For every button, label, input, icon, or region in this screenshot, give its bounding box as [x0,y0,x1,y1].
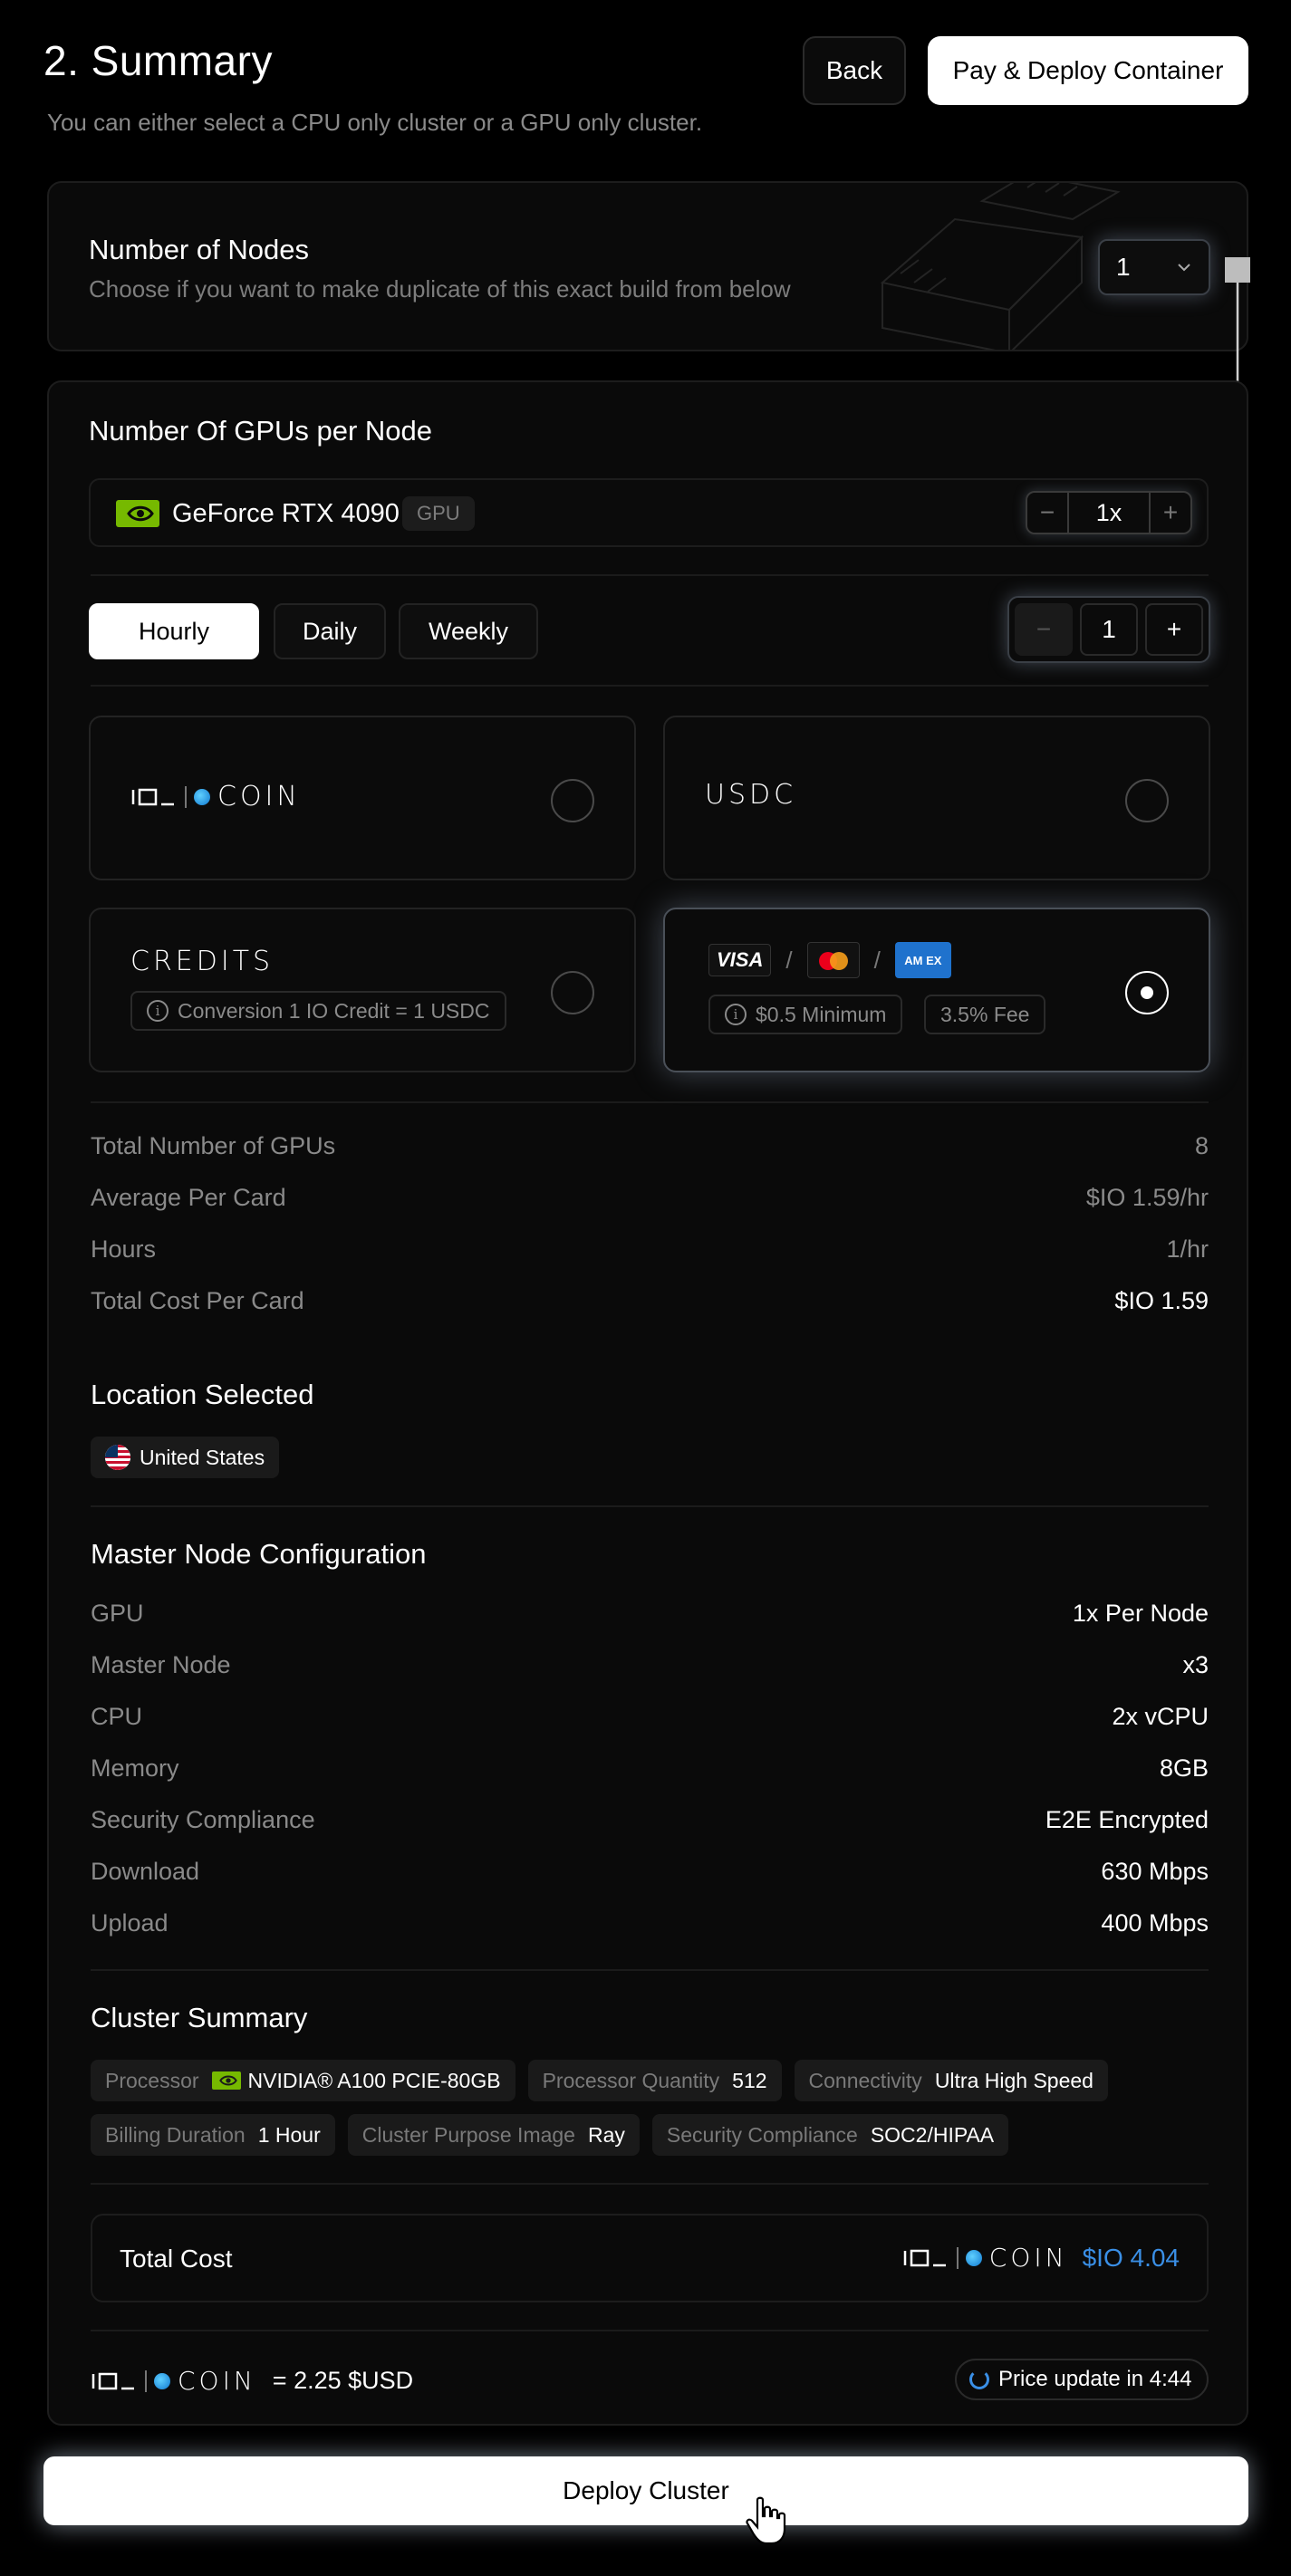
gpu-per-node-stepper: − 1x + [1026,491,1192,534]
price-update-text: Price update in 4:44 [998,2367,1192,2391]
card-minimum-chip: i $0.5 Minimum [708,995,903,1034]
total-cost-value: COIN $IO 4.04 [902,2243,1180,2273]
coin-icon [965,2249,982,2266]
master-row-download: Download 630 Mbps [91,1858,1209,1885]
usdc-radio[interactable] [1125,779,1169,822]
cluster-tag-connectivity: Connectivity Ultra High Speed [794,2060,1108,2101]
io-logo-icon [92,2372,134,2389]
payment-option-io-coin[interactable]: COIN [89,716,636,880]
io-logo-icon [131,788,174,805]
cluster-tags-row-2: Billing Duration 1 Hour Cluster Purpose I… [91,2114,1009,2156]
amex-icon: AM EX [894,942,951,978]
master-row-memory: Memory 8GB [91,1754,1209,1782]
duration-value: 1 [1080,603,1138,656]
cluster-tag-security: Security Compliance SOC2/HIPAA [651,2114,1009,2156]
duration-increment-button[interactable]: + [1145,603,1203,656]
payment-option-credits[interactable]: CREDITS i Conversion 1 IO Credit = 1 USD… [89,908,636,1072]
credits-conversion-text: Conversion 1 IO Credit = 1 USDC [178,998,490,1023]
master-row-gpu: GPU 1x Per Node [91,1600,1209,1627]
coin-icon [154,2372,170,2389]
loading-spinner-icon [969,2369,989,2389]
gpus-per-node-title: Number Of GPUs per Node [89,415,433,447]
tab-daily[interactable]: Daily [274,603,386,659]
io-coin-label: COIN [217,781,301,812]
card-minimum-text: $0.5 Minimum [756,1002,887,1026]
card-fee-chip: 3.5% Fee [924,995,1046,1034]
credits-conversion-chip: i Conversion 1 IO Credit = 1 USDC [130,991,506,1031]
us-flag-icon [105,1445,130,1470]
total-cost-amount: $IO 4.04 [1082,2243,1180,2272]
divider [91,574,1209,576]
divider [91,1101,1209,1103]
master-row-upload: Upload 400 Mbps [91,1909,1209,1937]
gpu-increment-button[interactable]: + [1151,493,1190,533]
cluster-tag-purpose-image: Cluster Purpose Image Ray [347,2114,640,2156]
cluster-tag-billing-duration: Billing Duration 1 Hour [91,2114,335,2156]
deploy-cluster-button[interactable]: Deploy Cluster [43,2456,1248,2525]
cluster-tag-processor-quantity: Processor Quantity 512 [527,2060,782,2101]
cost-row-total-per-card: Total Cost Per Card $IO 1.59 [91,1287,1209,1314]
visa-icon: VISA [708,944,772,976]
gpu-row: GeForce RTX 4090 GPU − 1x + [89,478,1209,547]
master-row-master-node: Master Node x3 [91,1651,1209,1678]
cost-row-hours: Hours 1/hr [91,1235,1209,1263]
divider [91,685,1209,687]
master-row-security: Security Compliance E2E Encrypted [91,1806,1209,1833]
total-coin-label: COIN [988,2243,1068,2273]
coin-icon [194,788,210,805]
hand-cursor-icon [746,2496,786,2545]
nvidia-icon [211,2071,241,2090]
card-radio[interactable] [1125,971,1169,1014]
io-coin-radio[interactable] [551,779,594,822]
location-chip: United States [91,1437,280,1478]
nvidia-icon [116,500,159,527]
gpu-name: GeForce RTX 4090 [172,499,400,528]
cluster-tags-row-1: Processor NVIDIA® A100 PCIE-80GB Process… [91,2060,1108,2101]
info-icon: i [147,1000,169,1022]
divider [91,1505,1209,1507]
separator-slash: / [873,946,881,974]
rate-text: = 2.25 $USD [272,2367,414,2394]
tab-weekly[interactable]: Weekly [399,603,538,659]
card-brand-logos: VISA / / AM EX [708,942,951,978]
total-cost-box: Total Cost COIN $IO 4.04 [91,2214,1209,2302]
duration-decrement-button[interactable]: − [1015,603,1073,656]
master-row-cpu: CPU 2x vCPU [91,1703,1209,1730]
tab-hourly[interactable]: Hourly [89,603,259,659]
location-country: United States [140,1445,265,1469]
payment-option-card[interactable]: VISA / / AM EX i $0.5 Minimum 3.5% Fee [663,908,1210,1072]
duration-stepper: − 1 + [1007,596,1210,663]
price-update-pill: Price update in 4:44 [955,2359,1209,2400]
payment-option-usdc[interactable]: USDC [663,716,1210,880]
credits-label: CREDITS [130,946,275,977]
separator-slash: / [785,946,793,974]
credits-radio[interactable] [551,971,594,1014]
coin-rate: COIN = 2.25 $USD [91,2366,413,2396]
cluster-tag-processor: Processor NVIDIA® A100 PCIE-80GB [91,2060,515,2101]
cost-row-average-per-card: Average Per Card $IO 1.59/hr [91,1184,1209,1211]
io-coin-logo: COIN [130,781,301,812]
cost-row-total-gpus: Total Number of GPUs 8 [91,1132,1209,1159]
divider [91,2330,1209,2331]
gpu-decrement-button[interactable]: − [1027,493,1067,533]
divider [91,1969,1209,1971]
divider [91,2183,1209,2185]
mastercard-icon [806,942,860,978]
info-icon: i [725,1004,747,1025]
gpu-type-tag: GPU [402,496,475,531]
io-logo-icon [903,2249,946,2266]
rate-coin-label: COIN [178,2366,256,2396]
location-title: Location Selected [91,1379,314,1410]
cluster-summary-title: Cluster Summary [91,2002,308,2033]
usdc-label: USDC [705,779,797,811]
configuration-card: Number Of GPUs per Node GeForce RTX 4090… [47,380,1248,2426]
total-cost-label: Total Cost [120,2244,233,2273]
gpu-per-node-value: 1x [1067,493,1151,533]
master-config-title: Master Node Configuration [91,1538,427,1570]
